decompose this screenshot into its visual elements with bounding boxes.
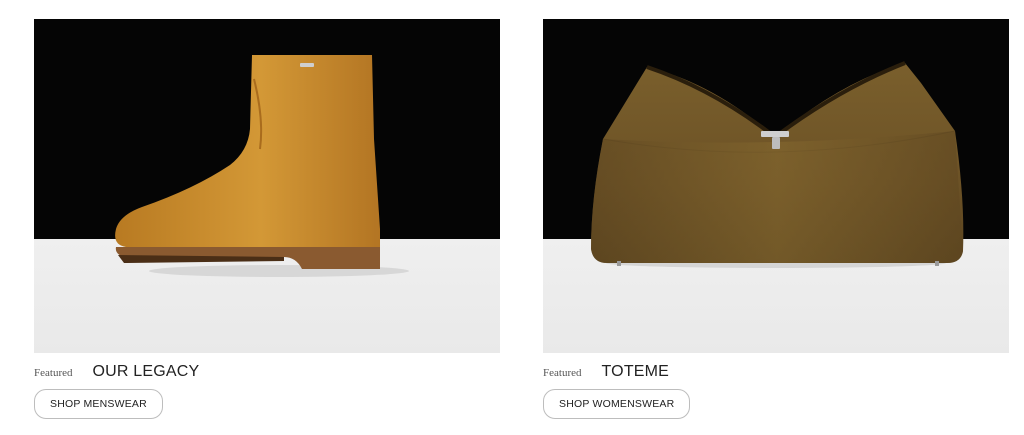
featured-label: Featured: [34, 367, 73, 379]
product-image-bag[interactable]: [543, 19, 1009, 353]
featured-label: Featured: [543, 367, 582, 379]
caption: Featured OUR LEGACY: [34, 363, 199, 381]
brand-name[interactable]: OUR LEGACY: [92, 363, 199, 381]
product-card-menswear[interactable]: Featured OUR LEGACY SHOP MENSWEAR: [34, 19, 500, 419]
bag-illustration: [591, 61, 964, 268]
product-card-womenswear[interactable]: Featured TOTEME SHOP WOMENSWEAR: [543, 19, 1009, 419]
shop-womenswear-button[interactable]: SHOP WOMENSWEAR: [543, 389, 691, 419]
boot-illustration: [115, 55, 409, 277]
shop-menswear-button[interactable]: SHOP MENSWEAR: [34, 389, 163, 419]
brand-name[interactable]: TOTEME: [601, 363, 669, 381]
caption: Featured TOTEME: [543, 363, 669, 381]
product-image-boot[interactable]: [34, 19, 500, 353]
